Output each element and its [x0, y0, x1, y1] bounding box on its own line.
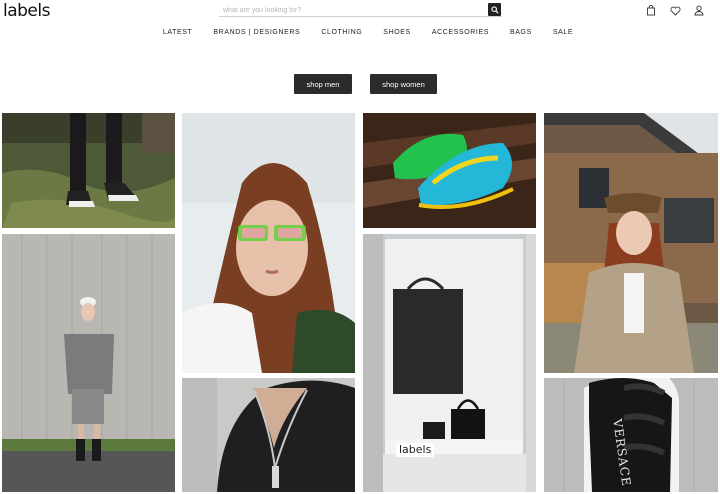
search-button[interactable]: [488, 3, 501, 16]
legs-sneakers-photo[interactable]: [2, 113, 175, 228]
nav-item-clothing[interactable]: CLOTHING: [321, 29, 362, 36]
shop-window-sign: labels: [396, 443, 435, 457]
bag-icon[interactable]: [646, 3, 656, 16]
person-grey-blazer-photo[interactable]: [2, 234, 175, 492]
nav-item-bags[interactable]: BAGS: [510, 29, 532, 36]
heart-icon[interactable]: [670, 3, 681, 16]
silver-necklace-photo[interactable]: [182, 378, 355, 492]
search-icon: [490, 5, 499, 14]
search-bar: [219, 3, 502, 17]
nav-item-latest[interactable]: LATEST: [163, 29, 193, 36]
main-nav: LATEST BRANDS | DESIGNERS CLOTHING SHOES…: [0, 29, 720, 36]
shop-men-button[interactable]: shop men: [294, 74, 352, 94]
search-input[interactable]: [219, 3, 485, 17]
user-icon[interactable]: [694, 3, 704, 16]
site-logo[interactable]: labels: [3, 1, 50, 21]
green-blue-sneakers-photo[interactable]: [363, 113, 536, 228]
woman-bucket-hat-photo[interactable]: [544, 113, 718, 373]
nav-item-brands[interactable]: BRANDS | DESIGNERS: [213, 29, 300, 36]
shop-women-button[interactable]: shop women: [370, 74, 437, 94]
header-icons: [646, 3, 704, 16]
black-puffer-vest-photo[interactable]: VERSACE: [544, 378, 718, 492]
woman-green-sunglasses-photo[interactable]: [182, 113, 355, 373]
nav-item-shoes[interactable]: SHOES: [383, 29, 411, 36]
nav-item-accessories[interactable]: ACCESSORIES: [432, 29, 489, 36]
shop-window-bags-photo[interactable]: labels: [363, 234, 536, 492]
nav-item-sale[interactable]: SALE: [553, 29, 573, 36]
